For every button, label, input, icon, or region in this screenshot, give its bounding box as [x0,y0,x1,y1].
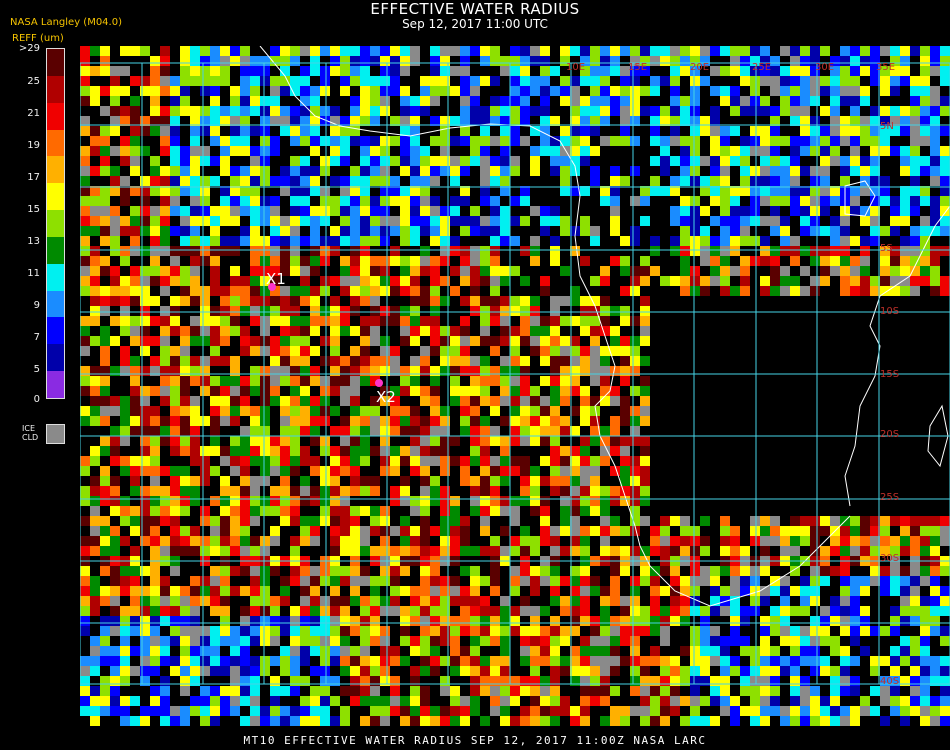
color-scale-step [47,156,64,184]
color-scale-tick-label: 11 [27,268,40,279]
map-title: EFFECTIVE WATER RADIUS [370,0,580,18]
color-scale-tick-label: >29 [18,43,40,54]
longitude-label: 10E [566,62,585,73]
longitude-label: 25E [752,62,771,73]
color-scale-step [47,371,64,398]
satellite-map: 5N 5S 10S 15S 20S 25S 30S 40S 10E 15E 20E 25E 30E 35… [80,46,950,726]
latitude-label: 5N [880,121,894,132]
longitude-label: 35E [876,62,895,73]
color-scale-tick-label: 21 [27,108,40,119]
color-scale-tick-label: 0 [33,394,40,405]
latitude-label: 5S [880,243,893,254]
color-scale-bar [46,48,65,399]
marker-x1-label: X1 [266,270,286,288]
color-scale-step [47,49,64,76]
producer-label: NASA Langley (M04.0) [10,17,122,28]
color-scale-tick-label: 13 [27,236,40,247]
color-scale-tick-label: 25 [27,76,40,87]
marker-x2-label: X2 [376,388,396,406]
color-scale-tick-label: 17 [27,172,40,183]
color-scale-tick-label: 9 [33,300,40,311]
color-scale-step [47,236,64,264]
marker-x2-point [375,379,383,387]
color-scale-step [47,183,64,211]
map-subtitle: Sep 12, 2017 11:00 UTC [402,17,548,31]
ice-cloud-swatch [46,424,65,444]
color-scale-tick-label: 7 [33,332,40,343]
longitude-label: 15E [628,62,647,73]
color-scale-tick-label: 5 [33,364,40,375]
ice-cloud-label-line2: CLD [22,433,39,442]
longitude-label: 30E [815,62,834,73]
latitude-label: 15S [880,369,899,380]
color-scale-step [47,290,64,318]
longitude-label: 20E [690,62,709,73]
color-scale-tick-label: 19 [27,140,40,151]
latitude-label: 30S [880,553,899,564]
color-scale-step [47,344,64,372]
latitude-label: 40S [880,676,899,687]
ice-cloud-label-line1: ICE [22,424,35,433]
footer-caption: MT10 EFFECTIVE WATER RADIUS SEP 12, 2017… [243,734,707,747]
color-scale-step [47,210,64,237]
color-scale-step [47,263,64,291]
color-scale-step [47,75,64,103]
latitude-label: 20S [880,429,899,440]
color-scale-step [47,102,64,130]
color-scale-step [47,129,64,157]
color-scale-tick-label: 15 [27,204,40,215]
latitude-label: 25S [880,492,899,503]
latitude-label: 10S [880,306,899,317]
color-scale-step [47,317,64,345]
